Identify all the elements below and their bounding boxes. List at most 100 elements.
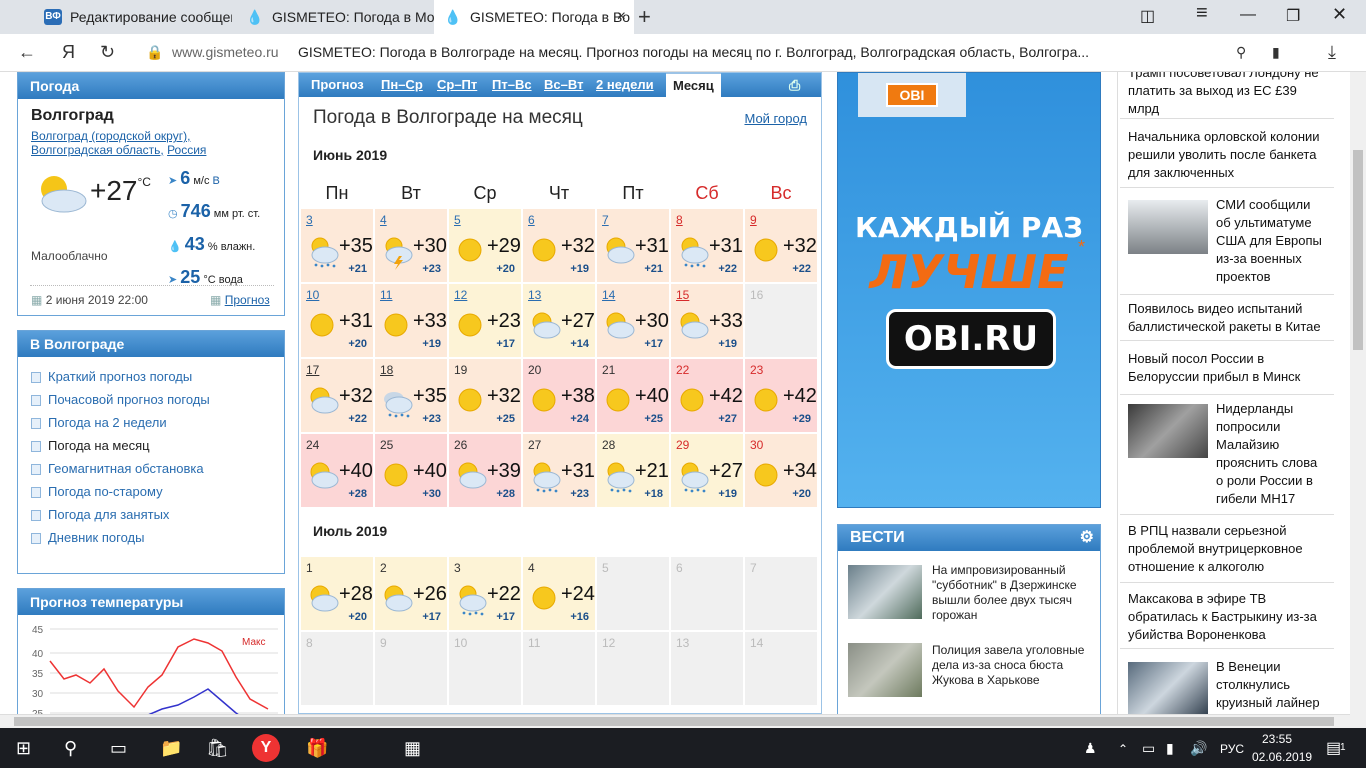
tab-gismeteo-moscow[interactable]: 💧 GISMETEO: Погода в Моск: [236, 0, 434, 34]
close-window-icon[interactable]: ✕: [1332, 4, 1347, 25]
my-city-link[interactable]: Мой город: [744, 111, 807, 126]
day-cell[interactable]: 8 +31 +22: [671, 209, 743, 282]
city-menu-item[interactable]: Почасовой прогноз погоды: [31, 392, 278, 407]
day-cell[interactable]: 9 +32 +22: [745, 209, 817, 282]
url-page-title[interactable]: GISMETEO: Погода в Волгограде на месяц. …: [298, 44, 1089, 60]
day-cell[interactable]: 12 +23 +17: [449, 284, 521, 357]
close-tab-icon[interactable]: ×: [617, 8, 626, 26]
vesti-item-2[interactable]: Полиция завела уголовные дела из-за снос…: [932, 643, 1096, 688]
news-thumbnail[interactable]: [1128, 662, 1208, 714]
day-cell[interactable]: 29 +27 +19: [671, 434, 743, 507]
news-item[interactable]: В Венеции столкнулись круизный лайнер: [1216, 658, 1328, 712]
news-item[interactable]: Новый посол России в Белоруссии прибыл в…: [1128, 350, 1328, 386]
day-cell[interactable]: 7 +31 +21: [597, 209, 669, 282]
day-cell[interactable]: 13 +27 +14: [523, 284, 595, 357]
day-cell[interactable]: 4 +30 +23: [375, 209, 447, 282]
day-cell[interactable]: 4 +24 +16: [523, 557, 595, 630]
yandex-button[interactable]: Я: [62, 42, 75, 63]
news-item[interactable]: В РПЦ назвали серьезной проблемой внутри…: [1128, 522, 1318, 576]
clock-date[interactable]: 02.06.2019: [1252, 750, 1312, 764]
day-cell[interactable]: 11 +33 +19: [375, 284, 447, 357]
back-arrow-icon[interactable]: ←: [18, 42, 36, 63]
news-item[interactable]: Нидерланды попросили Малайзию прояснить …: [1216, 400, 1328, 508]
horizontal-scrollbar[interactable]: [0, 714, 1350, 728]
city-menu-item[interactable]: Погода по-старому: [31, 484, 278, 499]
news-item[interactable]: Начальника орловской колонии решили увол…: [1128, 128, 1328, 182]
day-cell[interactable]: 6 +32 +19: [523, 209, 595, 282]
day-cell[interactable]: 20 +38 +24: [523, 359, 595, 432]
download-icon[interactable]: ⤓: [1328, 42, 1336, 63]
city-menu-item[interactable]: Дневник погоды: [31, 530, 278, 545]
vesti-item-1[interactable]: На импровизированный "субботник" в Дзерж…: [932, 563, 1096, 623]
city-menu-item[interactable]: Геомагнитная обстановка: [31, 461, 278, 476]
yandex-browser-icon[interactable]: Y: [252, 734, 280, 762]
day-cell[interactable]: 18 +35 +23: [375, 359, 447, 432]
tab-wed-fri[interactable]: Ср–Пт: [437, 77, 477, 92]
task-view-icon[interactable]: ▭: [110, 738, 127, 759]
day-cell[interactable]: 14 +30 +17: [597, 284, 669, 357]
file-explorer-icon[interactable]: 📁: [160, 738, 182, 759]
restore-icon[interactable]: ❐: [1286, 6, 1300, 26]
tab-fri-sun[interactable]: Пт–Вс: [492, 77, 532, 92]
news-item[interactable]: Появилось видео испытаний баллистической…: [1128, 300, 1328, 336]
print-icon[interactable]: ⎙: [789, 77, 800, 94]
day-cell[interactable]: 21 +40 +25: [597, 359, 669, 432]
minimize-icon[interactable]: —: [1240, 6, 1256, 24]
people-icon[interactable]: ♟: [1084, 740, 1097, 757]
day-cell[interactable]: 10 +31 +20: [301, 284, 373, 357]
tab-gismeteo-volgograd[interactable]: 💧 GISMETEO: Погода в Во ×: [434, 0, 634, 34]
day-cell[interactable]: 27 +31 +23: [523, 434, 595, 507]
day-cell[interactable]: 1 +28 +20: [301, 557, 373, 630]
tab-edit-message[interactable]: ВФ Редактирование сообщени: [34, 0, 232, 34]
city-menu-item[interactable]: Краткий прогноз погоды: [31, 369, 278, 384]
day-cell[interactable]: 25 +40 +30: [375, 434, 447, 507]
menu-icon[interactable]: ≡: [1196, 2, 1208, 25]
page-search-icon[interactable]: ⚲: [1236, 44, 1246, 61]
city-menu-item[interactable]: Погода на месяц: [31, 438, 278, 453]
breadcrumb-region[interactable]: Волгоградская область,: [31, 143, 164, 157]
day-cell[interactable]: 17 +32 +22: [301, 359, 373, 432]
breadcrumb-district[interactable]: Волгоград (городской округ),: [31, 129, 190, 143]
tab-mon-wed[interactable]: Пн–Ср: [381, 77, 423, 92]
day-cell[interactable]: 3 +22 +17: [449, 557, 521, 630]
day-cell[interactable]: 23 +42 +29: [745, 359, 817, 432]
reload-icon[interactable]: ↻: [100, 42, 115, 63]
windows-start-icon[interactable]: ⊞: [16, 738, 31, 759]
tab-sun-tue[interactable]: Вс–Вт: [544, 77, 583, 92]
city-menu-item[interactable]: Погода на 2 недели: [31, 415, 278, 430]
news-item[interactable]: Максакова в эфире ТВ обратилась к Бастры…: [1128, 590, 1328, 644]
tab-month[interactable]: Месяц: [666, 73, 721, 97]
notifications-icon[interactable]: ▤: [1326, 738, 1341, 758]
news-thumbnail[interactable]: [848, 643, 922, 697]
city-menu-item[interactable]: Погода для занятых: [31, 507, 278, 522]
language-indicator[interactable]: РУС: [1220, 742, 1244, 756]
network-icon[interactable]: ▭: [1142, 740, 1155, 757]
settings-gear-icon[interactable]: ⚙: [1080, 525, 1094, 551]
bookmark-icon[interactable]: ▮: [1272, 44, 1280, 61]
obi-ad-banner[interactable]: OBI КАЖДЫЙ РАЗ ЛУЧШЕ * OBI.RU: [837, 72, 1101, 508]
day-cell[interactable]: 5 +29 +20: [449, 209, 521, 282]
day-cell[interactable]: 15 +33 +19: [671, 284, 743, 357]
day-cell[interactable]: 22 +42 +27: [671, 359, 743, 432]
vertical-scrollbar[interactable]: [1350, 72, 1366, 728]
day-cell[interactable]: 19 +32 +25: [449, 359, 521, 432]
news-thumbnail[interactable]: [1128, 404, 1208, 458]
volume-icon[interactable]: 🔊: [1190, 740, 1207, 757]
day-cell[interactable]: 2 +26 +17: [375, 557, 447, 630]
day-cell[interactable]: 3 +35 +21: [301, 209, 373, 282]
tab-2-weeks[interactable]: 2 недели: [596, 77, 654, 92]
news-thumbnail[interactable]: [1128, 200, 1208, 254]
bookmarks-panel-icon[interactable]: ◫: [1140, 6, 1155, 26]
day-cell[interactable]: 30 +34 +20: [745, 434, 817, 507]
day-cell[interactable]: 28 +21 +18: [597, 434, 669, 507]
url-domain[interactable]: www.gismeteo.ru: [172, 44, 279, 60]
battery-icon[interactable]: ▮: [1166, 740, 1174, 757]
search-icon[interactable]: ⚲: [64, 738, 77, 759]
day-cell[interactable]: 24 +40 +28: [301, 434, 373, 507]
news-item[interactable]: СМИ сообщили об ультиматуме США для Евро…: [1216, 196, 1328, 286]
calculator-icon[interactable]: ▦: [404, 738, 421, 759]
tray-arrow-icon[interactable]: ⌃: [1118, 742, 1128, 756]
new-tab-button[interactable]: +: [638, 4, 651, 30]
forecast-link[interactable]: Прогноз: [225, 293, 270, 307]
day-cell[interactable]: 26 +39 +28: [449, 434, 521, 507]
